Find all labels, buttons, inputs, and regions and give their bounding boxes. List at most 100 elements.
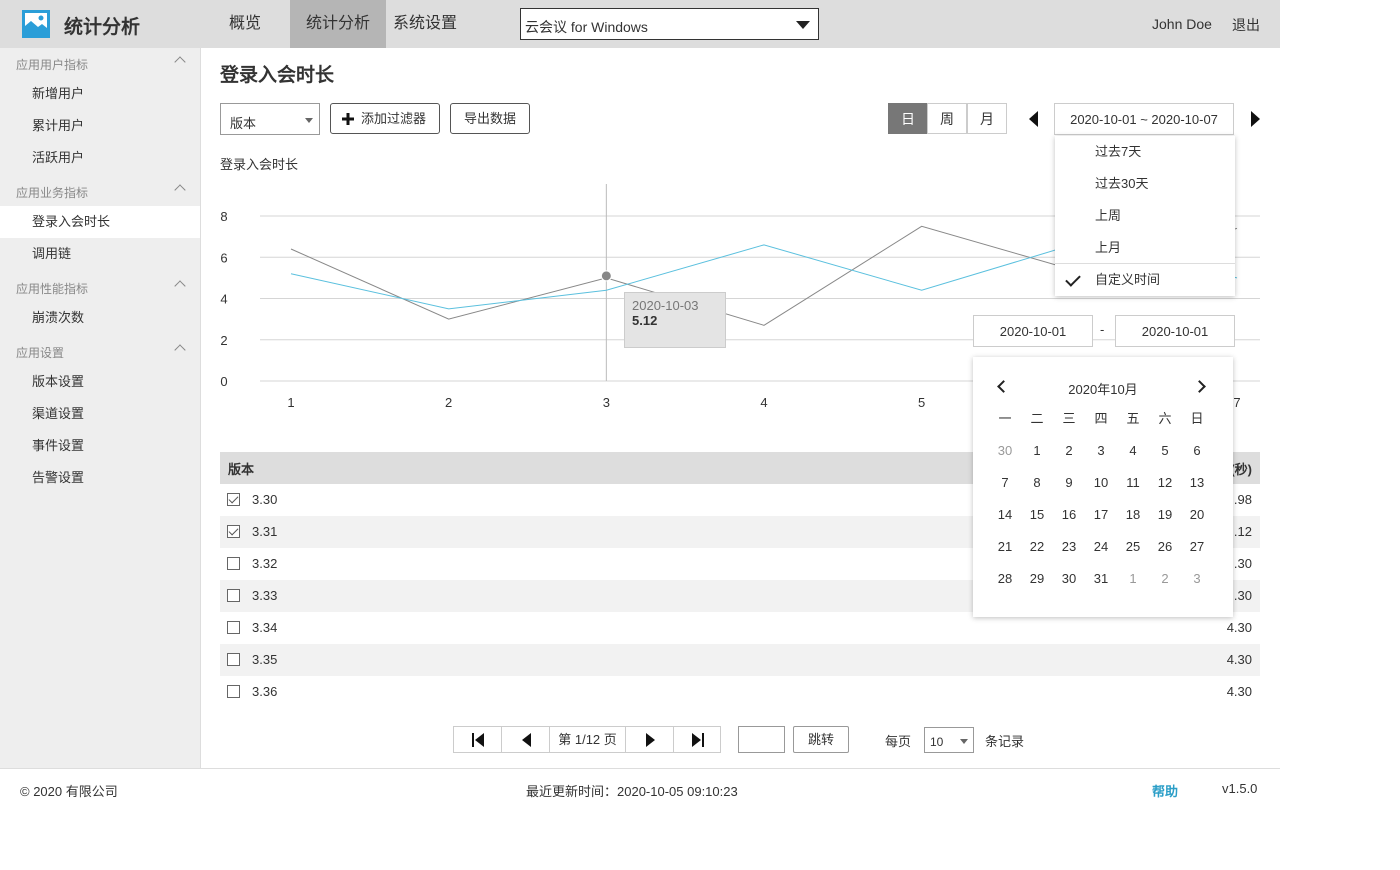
preset-last-week[interactable]: 上周 <box>1055 200 1235 232</box>
preset-last-30-days[interactable]: 过去30天 <box>1055 168 1235 200</box>
preset-last-month[interactable]: 上月 <box>1055 232 1235 264</box>
calendar-day[interactable]: 20 <box>1181 499 1213 531</box>
row-checkbox[interactable] <box>227 493 240 506</box>
per-page-select[interactable]: 10 <box>924 727 974 753</box>
nav-statistics[interactable]: 统计分析 <box>290 0 387 48</box>
preset-last-7-days[interactable]: 过去7天 <box>1055 136 1235 168</box>
granularity-week[interactable]: 周 <box>927 103 967 134</box>
calendar-day[interactable]: 12 <box>1149 467 1181 499</box>
end-date-input[interactable]: 2020-10-01 <box>1115 315 1235 347</box>
granularity-day[interactable]: 日 <box>888 103 928 134</box>
image-logo-icon <box>22 10 50 38</box>
next-range-icon[interactable] <box>1251 111 1260 127</box>
calendar-day[interactable]: 7 <box>989 467 1021 499</box>
calendar-day[interactable]: 4 <box>1117 435 1149 467</box>
product-select[interactable]: 云会议 for Windows <box>520 8 819 40</box>
prev-page-button[interactable] <box>502 727 550 752</box>
calendar-day[interactable]: 2 <box>1053 435 1085 467</box>
sidebar-group-business-metrics[interactable]: 应用业务指标 <box>0 176 200 208</box>
sidebar-item-login-duration[interactable]: 登录入会时长 <box>0 206 200 238</box>
calendar-day[interactable]: 26 <box>1149 531 1181 563</box>
calendar-day[interactable]: 11 <box>1117 467 1149 499</box>
calendar-day[interactable]: 27 <box>1181 531 1213 563</box>
row-checkbox[interactable] <box>227 653 240 666</box>
calendar-day[interactable]: 6 <box>1181 435 1213 467</box>
sidebar-item-cumulative-users[interactable]: 累计用户 <box>0 110 200 142</box>
calendar-day[interactable]: 3 <box>1085 435 1117 467</box>
preset-custom[interactable]: 自定义时间 <box>1055 263 1235 295</box>
export-data-button[interactable]: 导出数据 <box>450 103 530 134</box>
logout-link[interactable]: 退出 <box>1232 15 1260 35</box>
start-date-input[interactable]: 2020-10-01 <box>973 315 1093 347</box>
row-checkbox[interactable] <box>227 557 240 570</box>
row-checkbox[interactable] <box>227 621 240 634</box>
column-header-value: (秒) <box>1230 462 1252 477</box>
calendar-day[interactable]: 30 <box>989 435 1021 467</box>
add-filter-button[interactable]: 添加过滤器 <box>330 103 440 134</box>
sidebar-item-crashes[interactable]: 崩溃次数 <box>0 302 200 334</box>
calendar-day[interactable]: 5 <box>1149 435 1181 467</box>
product-select-value: 云会议 for Windows <box>525 19 648 35</box>
calendar-day[interactable]: 9 <box>1053 467 1085 499</box>
chart-tooltip: 2020-10-03 5.12 <box>624 292 726 348</box>
calendar-day[interactable]: 8 <box>1021 467 1053 499</box>
calendar-day[interactable]: 3 <box>1181 563 1213 595</box>
calendar-day[interactable]: 15 <box>1021 499 1053 531</box>
help-link[interactable]: 帮助 <box>1152 781 1178 800</box>
nav-overview[interactable]: 概览 <box>213 0 277 48</box>
sidebar-item-new-users[interactable]: 新增用户 <box>0 78 200 110</box>
last-page-button[interactable] <box>674 727 722 752</box>
calendar-day[interactable]: 18 <box>1117 499 1149 531</box>
sidebar-item-version-settings[interactable]: 版本设置 <box>0 366 200 398</box>
calendar-weekday: 三 <box>1062 411 1076 426</box>
sidebar-item-call-chain[interactable]: 调用链 <box>0 238 200 270</box>
row-value: 4.30 <box>1226 684 1252 699</box>
sidebar-group-title: 应用业务指标 <box>16 186 89 200</box>
sidebar-group-user-metrics[interactable]: 应用用户指标 <box>0 48 200 80</box>
sidebar-group-app-settings[interactable]: 应用设置 <box>0 336 200 368</box>
calendar-day[interactable]: 21 <box>989 531 1021 563</box>
jump-button[interactable]: 跳转 <box>793 726 849 753</box>
row-checkbox[interactable] <box>227 525 240 538</box>
sidebar-item-active-users[interactable]: 活跃用户 <box>0 142 200 174</box>
calendar-day[interactable]: 14 <box>989 499 1021 531</box>
calendar-day[interactable]: 24 <box>1085 531 1117 563</box>
sidebar-group-performance-metrics[interactable]: 应用性能指标 <box>0 272 200 304</box>
row-version: 3.31 <box>252 524 278 539</box>
version-select[interactable]: 版本 <box>220 103 320 135</box>
calendar-day[interactable]: 10 <box>1085 467 1117 499</box>
row-checkbox[interactable] <box>227 589 240 602</box>
calendar-day[interactable]: 19 <box>1149 499 1181 531</box>
calendar-day[interactable]: 30 <box>1053 563 1085 595</box>
triangle-right-icon <box>646 733 655 747</box>
jump-page-input[interactable] <box>738 726 785 753</box>
sidebar-item-alert-settings[interactable]: 告警设置 <box>0 462 200 494</box>
chevron-down-icon <box>960 739 968 744</box>
next-page-button[interactable] <box>626 727 674 752</box>
first-page-button[interactable] <box>454 727 502 752</box>
table-row: 3.36 4.30 <box>220 676 1260 708</box>
calendar-month-title: 2020年10月 <box>1068 382 1138 397</box>
prev-range-icon[interactable] <box>1029 111 1038 127</box>
calendar-day[interactable]: 17 <box>1085 499 1117 531</box>
calendar-day[interactable]: 16 <box>1053 499 1085 531</box>
calendar-weekday: 四 <box>1094 411 1108 426</box>
sidebar-group-title: 应用设置 <box>16 346 65 360</box>
calendar-day[interactable]: 25 <box>1117 531 1149 563</box>
calendar-day[interactable]: 31 <box>1085 563 1117 595</box>
calendar-day[interactable]: 13 <box>1181 467 1213 499</box>
date-separator: - <box>1100 322 1105 337</box>
calendar-day[interactable]: 29 <box>1021 563 1053 595</box>
sidebar-item-channel-settings[interactable]: 渠道设置 <box>0 398 200 430</box>
calendar-day[interactable]: 23 <box>1053 531 1085 563</box>
calendar-day[interactable]: 1 <box>1117 563 1149 595</box>
calendar-day[interactable]: 28 <box>989 563 1021 595</box>
calendar-day[interactable]: 22 <box>1021 531 1053 563</box>
granularity-month[interactable]: 月 <box>967 103 1007 134</box>
nav-settings[interactable]: 系统设置 <box>377 0 473 48</box>
row-checkbox[interactable] <box>227 685 240 698</box>
calendar-day[interactable]: 1 <box>1021 435 1053 467</box>
calendar-day[interactable]: 2 <box>1149 563 1181 595</box>
sidebar-item-event-settings[interactable]: 事件设置 <box>0 430 200 462</box>
date-range-picker[interactable]: 2020-10-01 ~ 2020-10-07 <box>1054 103 1234 135</box>
